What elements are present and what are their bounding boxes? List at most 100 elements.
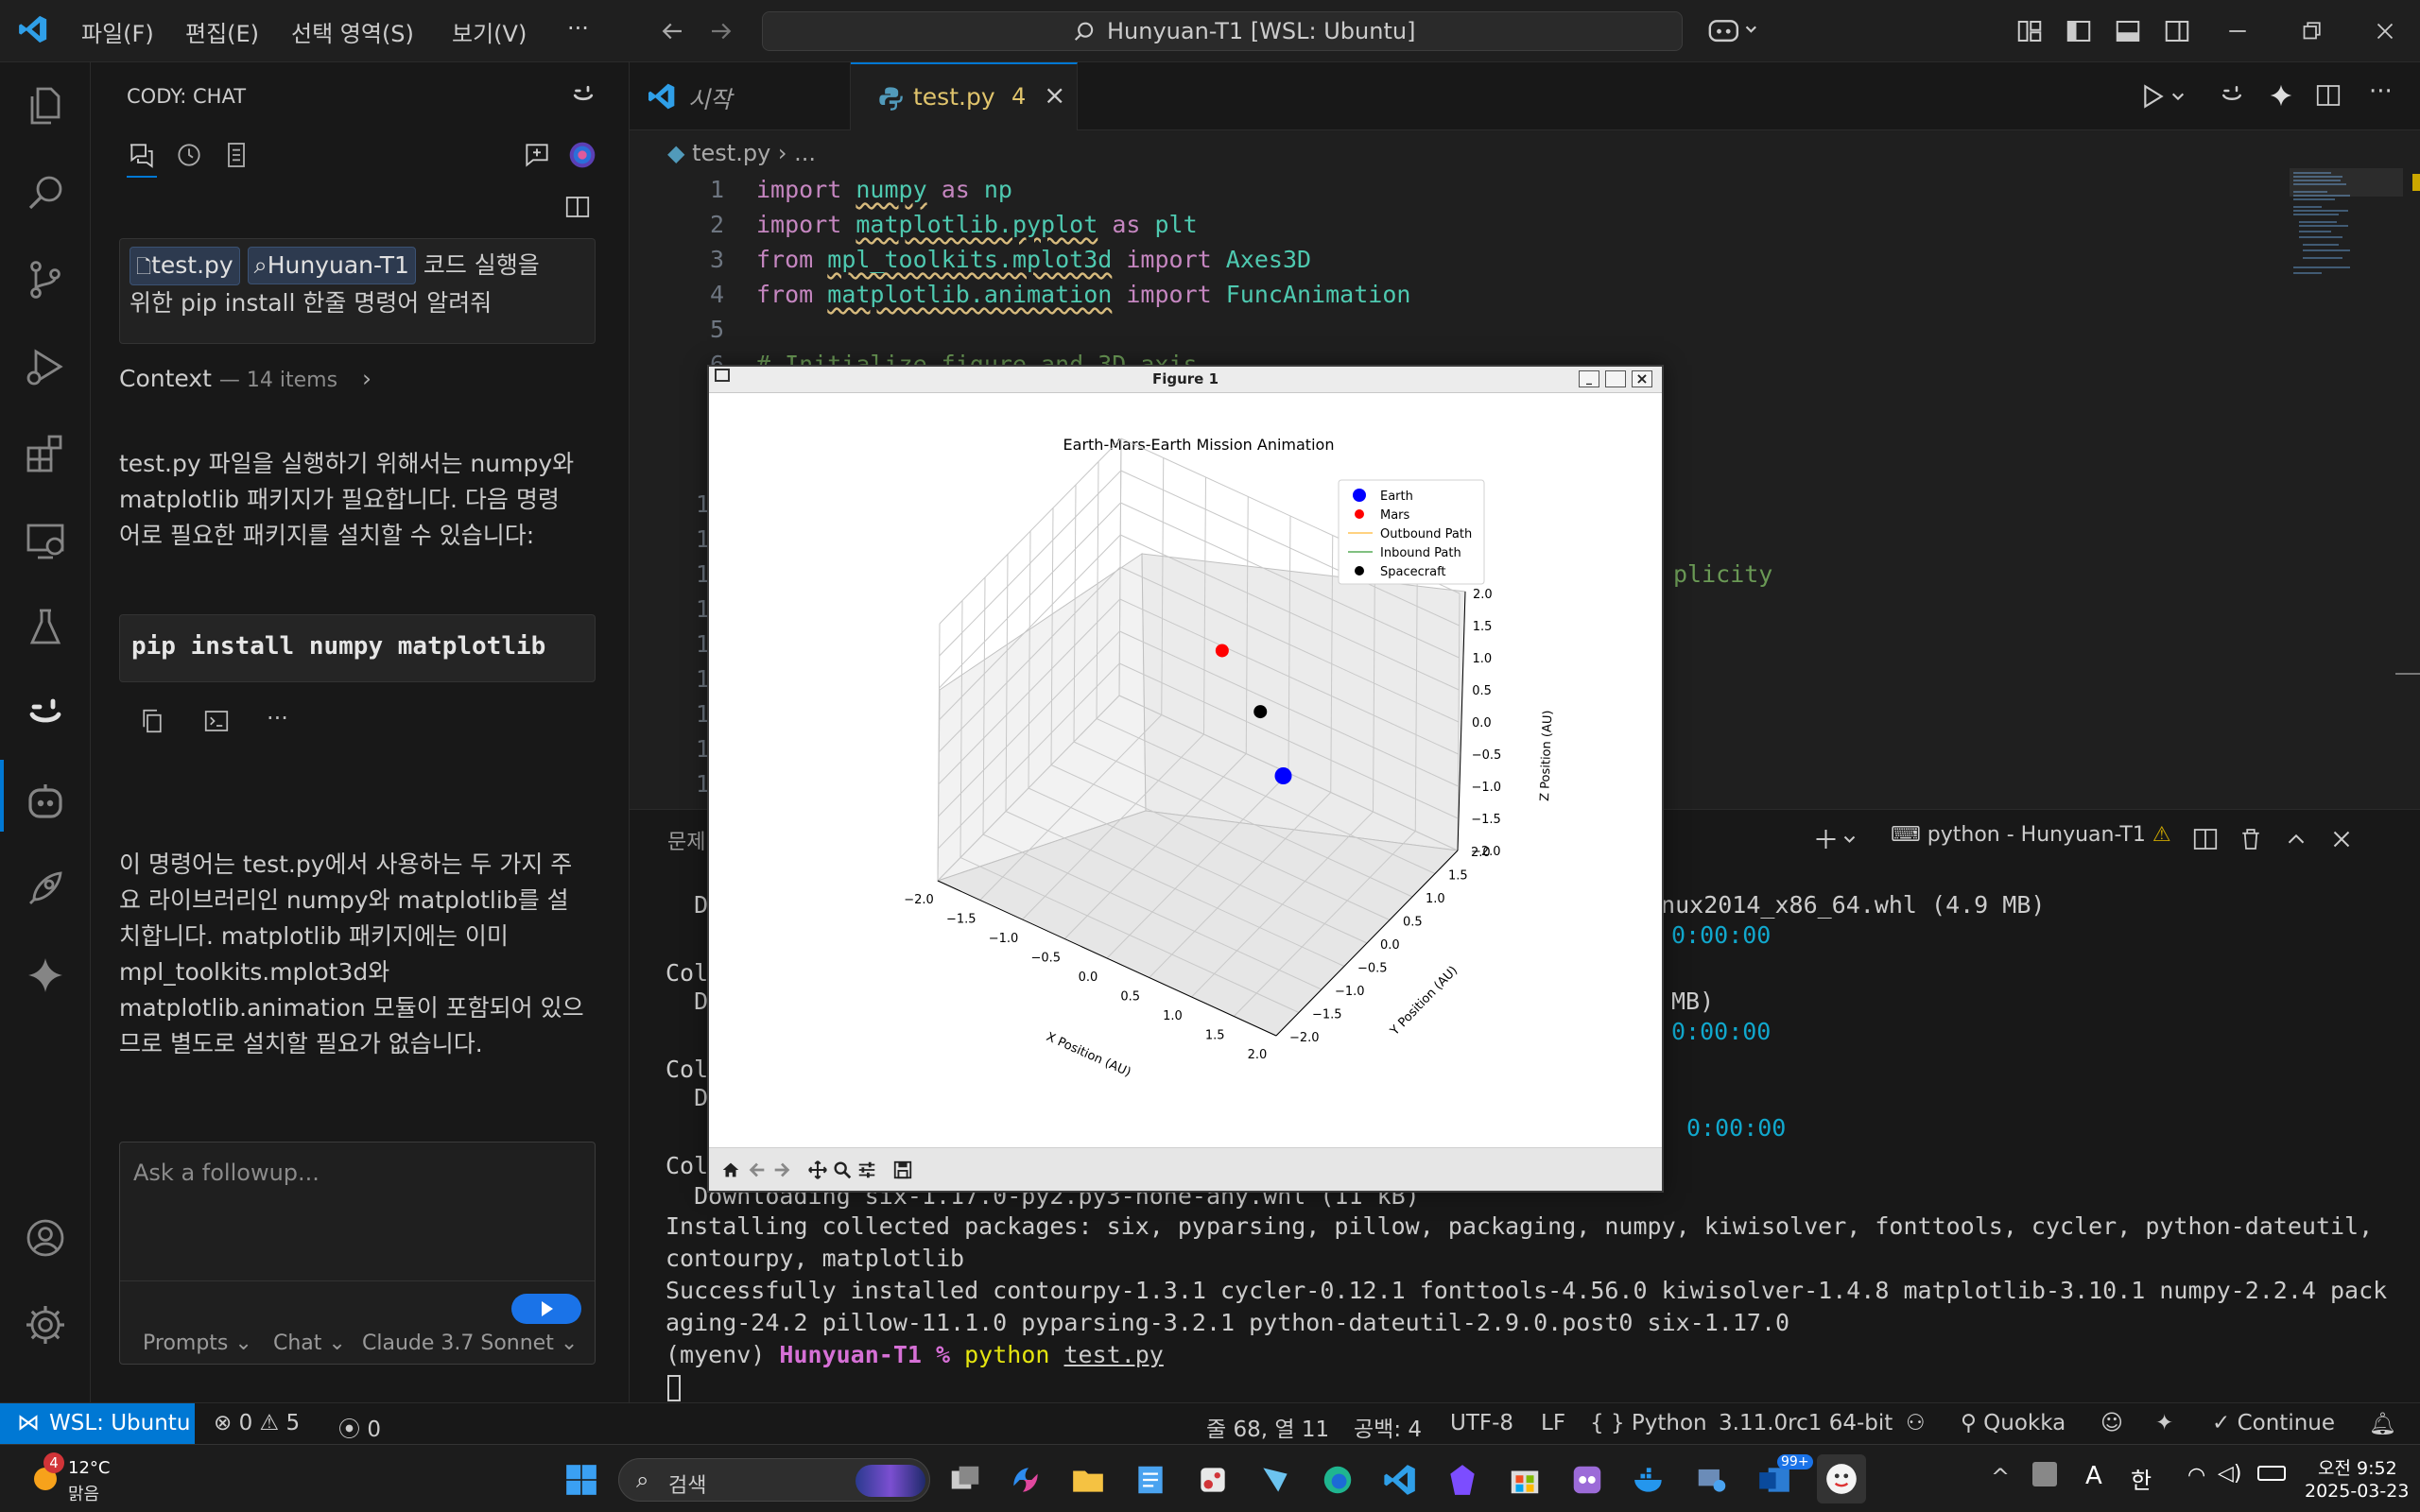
prompt-library-icon[interactable] [221, 140, 251, 170]
more-actions-icon[interactable]: ··· [267, 705, 288, 731]
battery-icon[interactable] [2257, 1466, 2286, 1481]
sparkle-action-icon[interactable] [2267, 81, 2295, 110]
chat-tab-icon[interactable] [127, 140, 157, 178]
active-app-icon[interactable] [1817, 1454, 1866, 1503]
menu-view[interactable]: 보기(V) [452, 15, 527, 48]
quokka-indicator[interactable]: ⚲ Quokka [1961, 1411, 2066, 1435]
snipping-tool-icon[interactable] [1195, 1462, 1231, 1498]
prompts-dropdown[interactable]: Prompts ⌄ [143, 1332, 252, 1355]
clock-date[interactable]: 2025-03-23 [2305, 1481, 2409, 1502]
terminal-instance[interactable]: ⌨ python - Hunyuan-T1 ⚠ [1891, 823, 2171, 847]
weather-widget[interactable]: 4 12°C 맑음 [23, 1452, 136, 1505]
problems-indicator[interactable]: ⊗ 0 ⚠ 5 [214, 1411, 300, 1435]
wifi-icon[interactable]: ◠ [2187, 1464, 2205, 1487]
restore-icon[interactable] [2297, 17, 2325, 45]
sparkle-icon[interactable] [23, 953, 68, 998]
search-icon[interactable] [23, 170, 68, 215]
figure-minimize-button[interactable]: _ [1579, 370, 1599, 387]
minimize-icon[interactable] [2223, 17, 2252, 45]
tab-welcome[interactable]: 시작 [630, 62, 851, 130]
new-terminal-icon[interactable] [1813, 825, 1862, 853]
account-icon[interactable] [23, 1215, 68, 1261]
chat-mode-dropdown[interactable]: Chat ⌄ [273, 1332, 346, 1355]
encoding[interactable]: UTF-8 [1450, 1411, 1513, 1435]
insert-terminal-icon[interactable] [202, 707, 231, 735]
run-debug-icon[interactable] [23, 344, 68, 389]
deploy-rocket-icon[interactable] [23, 866, 68, 911]
close-window-icon[interactable] [2371, 17, 2399, 45]
notifications-bell-icon[interactable]: 🔔︎ [2369, 1411, 2396, 1436]
cody-new-chat-icon[interactable] [569, 81, 597, 110]
game-app-icon[interactable] [1569, 1462, 1605, 1498]
split-editor-icon[interactable] [2314, 81, 2342, 110]
copilot-agent-icon[interactable] [23, 779, 68, 824]
cursor-position[interactable]: 줄 68, 열 11 [1206, 1411, 1329, 1443]
edge-browser-icon[interactable] [1320, 1462, 1356, 1498]
file-explorer-icon[interactable] [1070, 1462, 1106, 1498]
toggle-panel-icon[interactable] [2114, 17, 2142, 45]
followup-input-placeholder[interactable]: Ask a followup... [133, 1160, 320, 1186]
outlook-icon[interactable]: 99+ [1756, 1454, 1813, 1498]
back-arrow-icon[interactable] [747, 1160, 768, 1180]
settings-gear-icon[interactable] [23, 1302, 68, 1348]
file-mention-chip[interactable]: 🗋test.py [130, 247, 240, 285]
toggle-secondary-sidebar-icon[interactable] [2163, 17, 2191, 45]
toggle-primary-sidebar-icon[interactable] [2065, 17, 2093, 45]
model-dropdown[interactable]: Claude 3.7 Sonnet ⌄ [362, 1332, 578, 1355]
followup-input-box[interactable]: Ask a followup... Prompts ⌄ Chat ⌄ Claud… [119, 1142, 596, 1365]
copilot-status-icon[interactable]: ⚇ [1906, 1411, 1926, 1435]
copilot-app-icon[interactable] [1008, 1462, 1044, 1498]
remote-explorer-icon[interactable] [23, 518, 68, 563]
menu-selection[interactable]: 선택 영역(S) [291, 15, 414, 48]
tab-test-py[interactable]: test.py 4 × [851, 62, 1078, 130]
home-icon[interactable] [720, 1160, 741, 1180]
menu-edit[interactable]: 편집(E) [185, 15, 259, 48]
back-arrow-icon[interactable] [658, 17, 686, 45]
run-python-icon[interactable] [2140, 81, 2193, 112]
forward-arrow-icon[interactable] [771, 1160, 792, 1180]
remote-indicator[interactable]: ⋈ WSL: Ubuntu [0, 1403, 195, 1444]
task-view-icon[interactable] [947, 1462, 983, 1498]
sparkle-status-icon[interactable]: ✦ [2155, 1411, 2173, 1435]
configure-subplots-icon[interactable] [856, 1160, 877, 1180]
save-figure-icon[interactable] [892, 1160, 913, 1180]
show-hidden-icons[interactable]: ^ [1991, 1464, 2010, 1490]
figure-title-bar[interactable]: Figure 1 _ × [709, 367, 1662, 393]
remote-desktop-icon[interactable] [1694, 1462, 1730, 1498]
breadcrumb-rest[interactable]: ... [794, 140, 816, 166]
volume-icon[interactable]: ◁) [2218, 1462, 2242, 1486]
history-icon[interactable] [174, 140, 204, 170]
context-toggle[interactable]: Context — 14 items › [119, 365, 372, 392]
figure-maximize-button[interactable] [1605, 370, 1626, 387]
end-of-line[interactable]: LF [1541, 1411, 1565, 1435]
zoom-magnifier-icon[interactable] [832, 1160, 853, 1180]
forward-arrow-icon[interactable] [707, 17, 735, 45]
ubuntu-terminal-icon[interactable] [1257, 1462, 1293, 1498]
send-button[interactable] [511, 1294, 581, 1324]
user-avatar[interactable] [567, 140, 597, 170]
tab-problems[interactable]: 문제 [667, 825, 705, 855]
close-panel-icon[interactable] [2327, 825, 2356, 853]
taskbar-search-box[interactable]: ⌕ 검색 [618, 1458, 930, 1502]
input-language[interactable]: 한 [2131, 1462, 2152, 1495]
store-icon[interactable] [1507, 1462, 1543, 1498]
extensions-icon[interactable] [23, 431, 68, 476]
copilot-icon[interactable] [1705, 15, 1760, 45]
obsidian-icon[interactable] [1444, 1462, 1480, 1498]
vscode-taskbar-icon[interactable] [1382, 1462, 1418, 1498]
testing-icon[interactable] [23, 605, 68, 650]
docker-icon[interactable] [1632, 1462, 1668, 1498]
figure-canvas[interactable]: Earth-Mars-Earth Mission Animation −2.0−… [709, 393, 1662, 1147]
continue-indicator[interactable]: ✓ Continue [2212, 1411, 2335, 1435]
clock-time[interactable]: 오전 9:52 [2318, 1454, 2397, 1480]
tray-app-icon[interactable] [2032, 1462, 2057, 1486]
split-view-icon[interactable] [563, 193, 592, 221]
new-chat-icon[interactable] [522, 140, 552, 170]
cody-edit-icon[interactable] [2218, 81, 2246, 110]
explorer-icon[interactable] [23, 83, 68, 129]
command-center[interactable]: Hunyuan-T1 [WSL: Ubuntu] [762, 11, 1683, 51]
kill-terminal-icon[interactable] [2237, 825, 2265, 853]
source-control-icon[interactable] [23, 257, 68, 302]
maximize-panel-icon[interactable] [2282, 825, 2310, 853]
windows-start-icon[interactable] [563, 1462, 599, 1498]
